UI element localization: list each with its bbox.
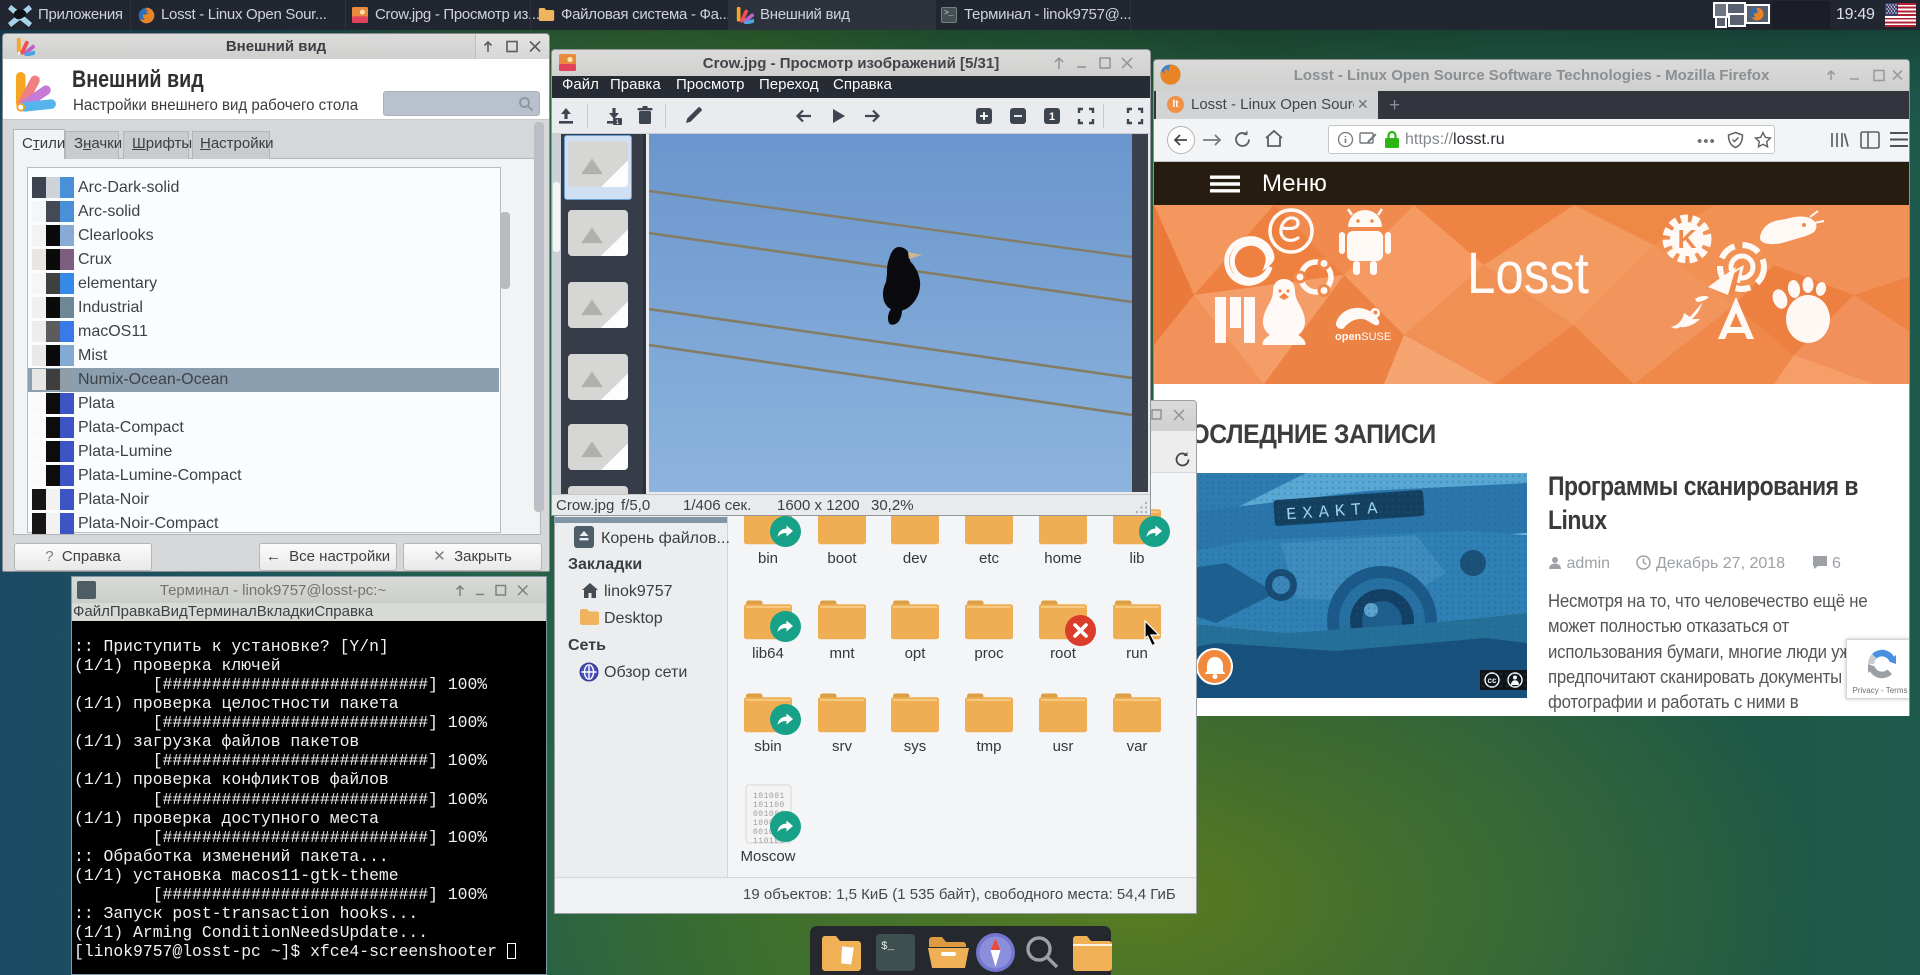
svg-text:1: 1: [616, 119, 620, 126]
svg-text:1: 1: [1049, 111, 1055, 123]
svg-text:Losst: Losst: [1467, 241, 1589, 306]
svg-text:$_: $_: [881, 941, 895, 953]
svg-text:101001: 101001: [753, 792, 785, 801]
svg-text:101100: 101100: [753, 801, 785, 810]
svg-text:K: K: [1678, 224, 1697, 254]
svg-text:openSUSE: openSUSE: [1335, 331, 1391, 343]
